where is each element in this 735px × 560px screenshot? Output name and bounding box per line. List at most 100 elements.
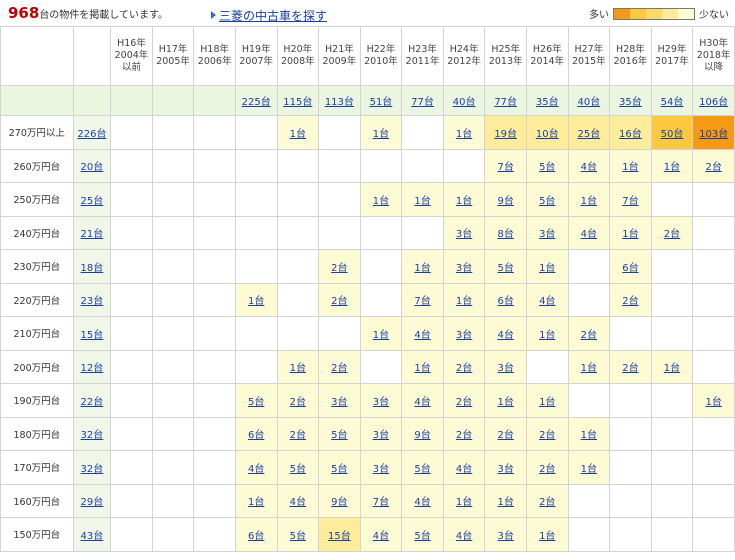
matrix-cell-link[interactable]: 2台 [331,363,347,374]
row-total-link[interactable]: 43台 [81,531,104,542]
column-total-link[interactable]: 35台 [536,97,559,108]
column-total-link[interactable]: 54台 [661,97,684,108]
matrix-cell-link[interactable]: 2台 [290,397,306,408]
matrix-cell-link[interactable]: 1台 [248,497,264,508]
matrix-cell-link[interactable]: 1台 [290,363,306,374]
matrix-cell-link[interactable]: 1台 [290,129,306,140]
matrix-cell-link[interactable]: 1台 [414,196,430,207]
matrix-cell-link[interactable]: 3台 [373,397,389,408]
matrix-cell-link[interactable]: 1台 [248,296,264,307]
matrix-cell-link[interactable]: 5台 [290,464,306,475]
matrix-cell-link[interactable]: 2台 [456,397,472,408]
column-total-link[interactable]: 113台 [325,97,354,108]
matrix-cell-link[interactable]: 2台 [622,363,638,374]
matrix-cell-link[interactable]: 1台 [581,363,597,374]
matrix-cell-link[interactable]: 1台 [373,129,389,140]
matrix-cell-link[interactable]: 5台 [248,397,264,408]
matrix-cell-link[interactable]: 50台 [661,129,684,140]
matrix-cell-link[interactable]: 4台 [539,296,555,307]
matrix-cell-link[interactable]: 3台 [497,464,513,475]
matrix-cell-link[interactable]: 4台 [497,330,513,341]
matrix-cell-link[interactable]: 5台 [331,464,347,475]
matrix-cell-link[interactable]: 7台 [622,196,638,207]
matrix-cell-link[interactable]: 2台 [331,263,347,274]
matrix-cell-link[interactable]: 2台 [539,464,555,475]
matrix-cell-link[interactable]: 3台 [497,531,513,542]
matrix-cell-link[interactable]: 1台 [705,397,721,408]
matrix-cell-link[interactable]: 8台 [497,229,513,240]
row-total-link[interactable]: 32台 [81,430,104,441]
matrix-cell-link[interactable]: 3台 [456,229,472,240]
matrix-cell-link[interactable]: 2台 [664,229,680,240]
matrix-cell-link[interactable]: 1台 [664,363,680,374]
matrix-cell-link[interactable]: 5台 [290,531,306,542]
search-used-cars-link[interactable]: 三菱の中古車を探す [219,9,327,23]
matrix-cell-link[interactable]: 7台 [373,497,389,508]
matrix-cell-link[interactable]: 9台 [414,430,430,441]
matrix-cell-link[interactable]: 1台 [373,330,389,341]
matrix-cell-link[interactable]: 2台 [290,430,306,441]
matrix-cell-link[interactable]: 4台 [414,497,430,508]
matrix-cell-link[interactable]: 25台 [577,129,600,140]
matrix-cell-link[interactable]: 1台 [414,363,430,374]
matrix-cell-link[interactable]: 2台 [539,497,555,508]
column-total-link[interactable]: 40台 [453,97,476,108]
matrix-cell-link[interactable]: 1台 [497,497,513,508]
matrix-cell-link[interactable]: 1台 [539,330,555,341]
matrix-cell-link[interactable]: 3台 [373,464,389,475]
matrix-cell-link[interactable]: 1台 [456,296,472,307]
matrix-cell-link[interactable]: 1台 [622,229,638,240]
matrix-cell-link[interactable]: 1台 [539,263,555,274]
row-total-link[interactable]: 23台 [81,296,104,307]
matrix-cell-link[interactable]: 7台 [414,296,430,307]
column-total-link[interactable]: 225台 [242,97,271,108]
matrix-cell-link[interactable]: 4台 [456,464,472,475]
row-total-link[interactable]: 21台 [81,229,104,240]
matrix-cell-link[interactable]: 2台 [331,296,347,307]
matrix-cell-link[interactable]: 6台 [248,531,264,542]
row-total-link[interactable]: 29台 [81,497,104,508]
matrix-cell-link[interactable]: 6台 [622,263,638,274]
matrix-cell-link[interactable]: 5台 [497,263,513,274]
matrix-cell-link[interactable]: 4台 [248,464,264,475]
column-total-link[interactable]: 35台 [619,97,642,108]
matrix-cell-link[interactable]: 1台 [456,129,472,140]
matrix-cell-link[interactable]: 1台 [456,196,472,207]
column-total-link[interactable]: 51台 [370,97,393,108]
matrix-cell-link[interactable]: 3台 [539,229,555,240]
matrix-cell-link[interactable]: 2台 [622,296,638,307]
matrix-cell-link[interactable]: 1台 [497,397,513,408]
row-total-link[interactable]: 12台 [81,363,104,374]
row-total-link[interactable]: 20台 [81,162,104,173]
matrix-cell-link[interactable]: 2台 [539,430,555,441]
matrix-cell-link[interactable]: 1台 [664,162,680,173]
matrix-cell-link[interactable]: 10台 [536,129,559,140]
column-total-link[interactable]: 106台 [699,97,728,108]
matrix-cell-link[interactable]: 1台 [414,263,430,274]
matrix-cell-link[interactable]: 4台 [414,397,430,408]
matrix-cell-link[interactable]: 5台 [331,430,347,441]
row-total-link[interactable]: 226台 [77,129,106,140]
matrix-cell-link[interactable]: 3台 [373,430,389,441]
matrix-cell-link[interactable]: 2台 [456,363,472,374]
matrix-cell-link[interactable]: 5台 [539,162,555,173]
matrix-cell-link[interactable]: 4台 [373,531,389,542]
matrix-cell-link[interactable]: 5台 [414,531,430,542]
row-total-link[interactable]: 32台 [81,464,104,475]
matrix-cell-link[interactable]: 3台 [497,363,513,374]
matrix-cell-link[interactable]: 4台 [581,229,597,240]
matrix-cell-link[interactable]: 103台 [699,129,728,140]
matrix-cell-link[interactable]: 2台 [456,430,472,441]
row-total-link[interactable]: 25台 [81,196,104,207]
matrix-cell-link[interactable]: 1台 [581,464,597,475]
matrix-cell-link[interactable]: 6台 [497,296,513,307]
matrix-cell-link[interactable]: 9台 [497,196,513,207]
matrix-cell-link[interactable]: 2台 [705,162,721,173]
matrix-cell-link[interactable]: 2台 [497,430,513,441]
matrix-cell-link[interactable]: 1台 [581,196,597,207]
matrix-cell-link[interactable]: 19台 [494,129,517,140]
row-total-link[interactable]: 18台 [81,263,104,274]
matrix-cell-link[interactable]: 4台 [290,497,306,508]
column-total-link[interactable]: 40台 [577,97,600,108]
matrix-cell-link[interactable]: 5台 [539,196,555,207]
